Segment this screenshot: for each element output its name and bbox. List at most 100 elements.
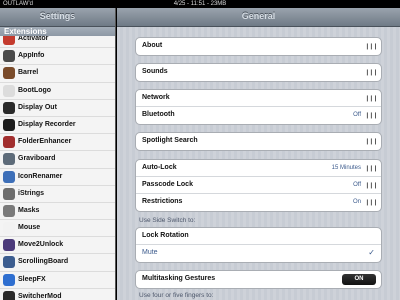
extension-item[interactable]: IconRenamer — [0, 169, 115, 186]
extension-item[interactable]: Display Recorder — [0, 117, 115, 135]
lock-rotation-option[interactable]: Lock Rotation — [136, 228, 381, 245]
extensions-section-header: Extensions — [0, 27, 115, 36]
row-label: Sounds — [142, 68, 168, 75]
extension-label: Masks — [18, 206, 40, 214]
bluetooth-row[interactable]: Bluetooth Off ❙❙❙ — [136, 107, 381, 124]
appinfo-icon — [3, 50, 15, 63]
extension-label: BootLogo — [18, 86, 52, 94]
icon-renamer-icon — [3, 170, 15, 183]
chevron-icon: ❙❙❙ — [364, 200, 378, 206]
graviboard-icon — [3, 153, 15, 166]
multitasking-footer: Use four or five fingers to: — [139, 292, 214, 299]
extension-item[interactable]: Move2Unlock — [0, 237, 115, 255]
lock-group: Auto-Lock 15 Minutes ❙❙❙ Passcode Lock O… — [135, 159, 382, 212]
folder-enhancer-icon — [3, 136, 15, 149]
about-group: About ❙❙❙ — [135, 37, 382, 56]
restrictions-value: On — [352, 199, 361, 205]
passcode-lock-value: Off — [353, 182, 361, 188]
istrings-icon — [3, 187, 15, 200]
network-group: Network ❙❙❙ Bluetooth Off ❙❙❙ — [135, 89, 382, 125]
extension-label: FolderEnhancer — [18, 138, 72, 146]
auto-lock-row[interactable]: Auto-Lock 15 Minutes ❙❙❙ — [136, 160, 381, 177]
row-label: Passcode Lock — [142, 181, 193, 188]
restrictions-row[interactable]: Restrictions On ❙❙❙ — [136, 194, 381, 211]
option-label: Lock Rotation — [142, 232, 189, 239]
extension-label: IconRenamer — [18, 172, 63, 180]
display-recorder-icon — [3, 118, 15, 131]
chevron-icon: ❙❙❙ — [364, 166, 378, 172]
row-label: Restrictions — [142, 198, 183, 205]
extension-label: AppInfo — [18, 52, 45, 60]
chevron-icon: ❙❙❙ — [364, 113, 378, 119]
multitasking-toggle[interactable]: ON — [342, 274, 376, 285]
settings-nav-bar: Settings — [0, 8, 115, 27]
about-row[interactable]: About ❙❙❙ — [136, 38, 381, 55]
passcode-lock-row[interactable]: Passcode Lock Off ❙❙❙ — [136, 177, 381, 194]
extension-item[interactable]: SleepFX — [0, 272, 115, 289]
row-label: Multitasking Gestures — [142, 275, 216, 282]
row-label: Spotlight Search — [142, 137, 198, 144]
move2unlock-icon — [3, 239, 15, 252]
row-label: About — [142, 42, 163, 49]
apple-logo-icon — [3, 84, 15, 97]
extension-item[interactable]: BootLogo — [0, 83, 115, 100]
extension-label: SwitcherMod — [18, 292, 62, 300]
general-title: General — [241, 11, 276, 21]
chevron-icon: ❙❙❙ — [364, 139, 378, 145]
spotlight-search-row[interactable]: Spotlight Search ❙❙❙ — [136, 133, 381, 150]
extension-label: Graviboard — [18, 155, 56, 163]
row-label: Bluetooth — [142, 111, 175, 118]
chevron-icon: ❙❙❙ — [364, 183, 378, 189]
sleepfx-icon — [3, 273, 15, 286]
extension-item[interactable]: Mouse — [0, 220, 115, 238]
extension-item[interactable]: SwitcherMod — [0, 289, 115, 300]
extension-label: Mouse — [18, 224, 41, 232]
extension-item[interactable]: Graviboard — [0, 151, 115, 169]
sounds-row[interactable]: Sounds ❙❙❙ — [136, 64, 381, 81]
extension-label: SleepFX — [18, 275, 46, 283]
multitasking-gestures-row: Multitasking Gestures ON — [136, 271, 381, 288]
extension-label: Move2Unlock — [18, 241, 64, 249]
settings-sidebar: Settings Extensions Activator AppInfo Barr… — [0, 8, 116, 300]
display-out-icon — [3, 101, 15, 114]
mute-option[interactable]: Mute ✓ — [136, 245, 381, 262]
general-pane: General About ❙❙❙ Sounds ❙❙❙ Network ❙❙❙… — [117, 8, 400, 300]
bluetooth-value: Off — [353, 112, 361, 118]
extension-item[interactable]: Masks — [0, 203, 115, 221]
option-label: Mute — [142, 249, 158, 256]
barrel-icon — [3, 67, 15, 80]
row-label: Network — [142, 94, 170, 101]
extension-label: Activator — [18, 35, 49, 42]
extension-label: ScrollingBoard — [18, 258, 69, 266]
switchermod-icon — [3, 290, 15, 300]
chevron-icon: ❙❙❙ — [364, 96, 378, 102]
chevron-icon: ❙❙❙ — [364, 44, 378, 50]
scrollingboard-icon — [3, 256, 15, 269]
multitasking-group: Multitasking Gestures ON — [135, 270, 382, 289]
extensions-list: Activator AppInfo Barrel BootLogo Display Ou… — [0, 31, 115, 300]
sounds-group: Sounds ❙❙❙ — [135, 63, 382, 82]
extension-item[interactable]: FolderEnhancer — [0, 134, 115, 152]
mouse-icon — [3, 222, 15, 235]
masks-icon — [3, 204, 15, 217]
chevron-icon: ❙❙❙ — [364, 70, 378, 76]
auto-lock-value: 15 Minutes — [331, 165, 361, 171]
extension-label: Barrel — [18, 69, 39, 77]
extension-label: iStrings — [18, 189, 45, 197]
extension-label: Display Recorder — [18, 120, 76, 128]
extension-item[interactable]: AppInfo — [0, 48, 115, 66]
extension-item[interactable]: ScrollingBoard — [0, 254, 115, 272]
side-switch-group: Lock Rotation Mute ✓ — [135, 227, 382, 263]
settings-title: Settings — [39, 11, 76, 21]
row-label: Auto-Lock — [142, 164, 177, 171]
network-row[interactable]: Network ❙❙❙ — [136, 90, 381, 107]
extension-label: Display Out — [18, 103, 57, 111]
status-bar: OUTLAW'd 4/25 - 11:51 - 23MB — [0, 0, 400, 8]
checkmark-icon: ✓ — [368, 248, 375, 257]
extension-item[interactable]: Display Out — [0, 100, 115, 117]
status-time: 4/25 - 11:51 - 23MB — [173, 1, 227, 7]
extension-item[interactable]: iStrings — [0, 186, 115, 203]
extension-item[interactable]: Barrel — [0, 65, 115, 83]
spotlight-group: Spotlight Search ❙❙❙ — [135, 132, 382, 151]
side-switch-header: Use Side Switch to: — [139, 217, 196, 224]
